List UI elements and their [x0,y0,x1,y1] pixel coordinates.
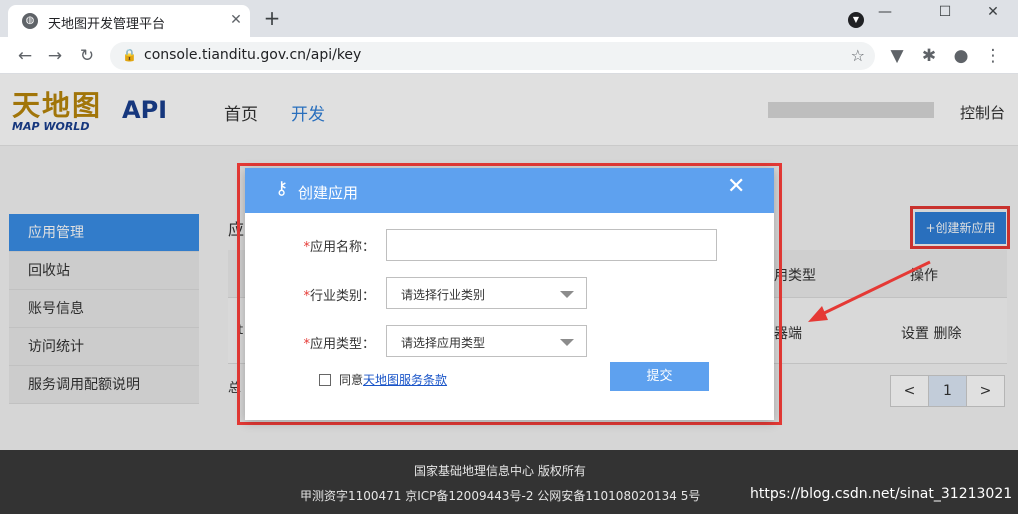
create-app-dialog: ⚷ 创建应用 ✕ *应用名称： *行业类别： 请选择行业类别 *应用类型： 请选… [245,168,774,420]
agree-prefix: 同意 [339,373,364,387]
agree-checkbox[interactable] [319,373,331,386]
dialog-header: ⚷ 创建应用 ✕ [245,168,774,213]
terms-agreement: 同意 天地图服务条款 [319,371,447,388]
app-type-select[interactable]: 请选择应用类型 [386,325,587,357]
app-name-input[interactable] [386,229,717,261]
app-type-label: *应用类型： [245,333,375,352]
app-name-label-text: 应用名称： [309,240,375,255]
app-name-label: *应用名称： [245,236,375,255]
app-type-placeholder: 请选择应用类型 [401,336,486,350]
caret-down-icon [560,339,574,346]
industry-label-text: 行业类别： [309,289,375,304]
key-icon: ⚷ [275,178,289,199]
industry-label: *行业类别： [245,285,375,304]
close-icon[interactable]: ✕ [727,175,745,199]
app-type-label-text: 应用类型： [309,337,375,352]
terms-link[interactable]: 天地图服务条款 [363,371,447,388]
industry-select[interactable]: 请选择行业类别 [386,277,587,309]
industry-placeholder: 请选择行业类别 [401,288,486,302]
dialog-title: 创建应用 [298,184,359,202]
caret-down-icon [560,291,574,298]
submit-button[interactable]: 提交 [610,362,709,391]
